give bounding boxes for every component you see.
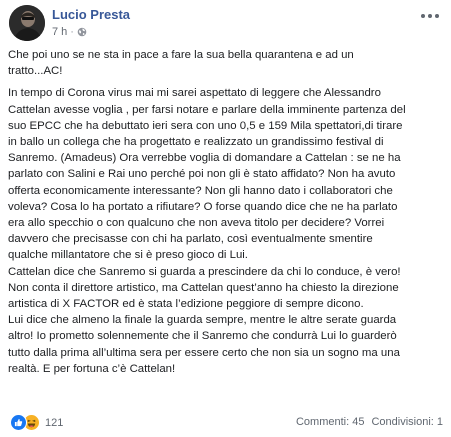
avatar-photo — [9, 5, 45, 41]
engagement-counts: Commenti: 45 Condivisioni: 1 — [296, 416, 443, 428]
facebook-post: Lucio Presta 7 h · Che poi uno se ne sta… — [0, 0, 451, 437]
post-paragraph: In tempo di Corona virus mai mi sarei as… — [8, 87, 406, 375]
reaction-count: 121 — [45, 416, 64, 429]
post-timestamp[interactable]: 7 h — [52, 26, 67, 38]
globe-icon — [77, 27, 87, 37]
author-avatar[interactable] — [9, 5, 45, 41]
more-options-icon[interactable] — [419, 9, 441, 23]
reactions-summary[interactable]: 121 — [10, 414, 63, 431]
post-meta: 7 h · — [52, 26, 87, 38]
author-name[interactable]: Lucio Presta — [52, 7, 130, 22]
comments-count-link[interactable]: Commenti: 45 — [296, 416, 364, 428]
shares-count-link[interactable]: Condivisioni: 1 — [371, 416, 443, 428]
post-footer: 121 Commenti: 45 Condivisioni: 1 — [0, 411, 451, 435]
post-paragraph: Che poi uno se ne sta in pace a fare la … — [8, 49, 354, 78]
like-icon — [10, 414, 27, 431]
post-body: Che poi uno se ne sta in pace a fare la … — [8, 47, 448, 377]
post-header: Lucio Presta 7 h · — [4, 3, 451, 43]
meta-separator: · — [70, 26, 74, 38]
